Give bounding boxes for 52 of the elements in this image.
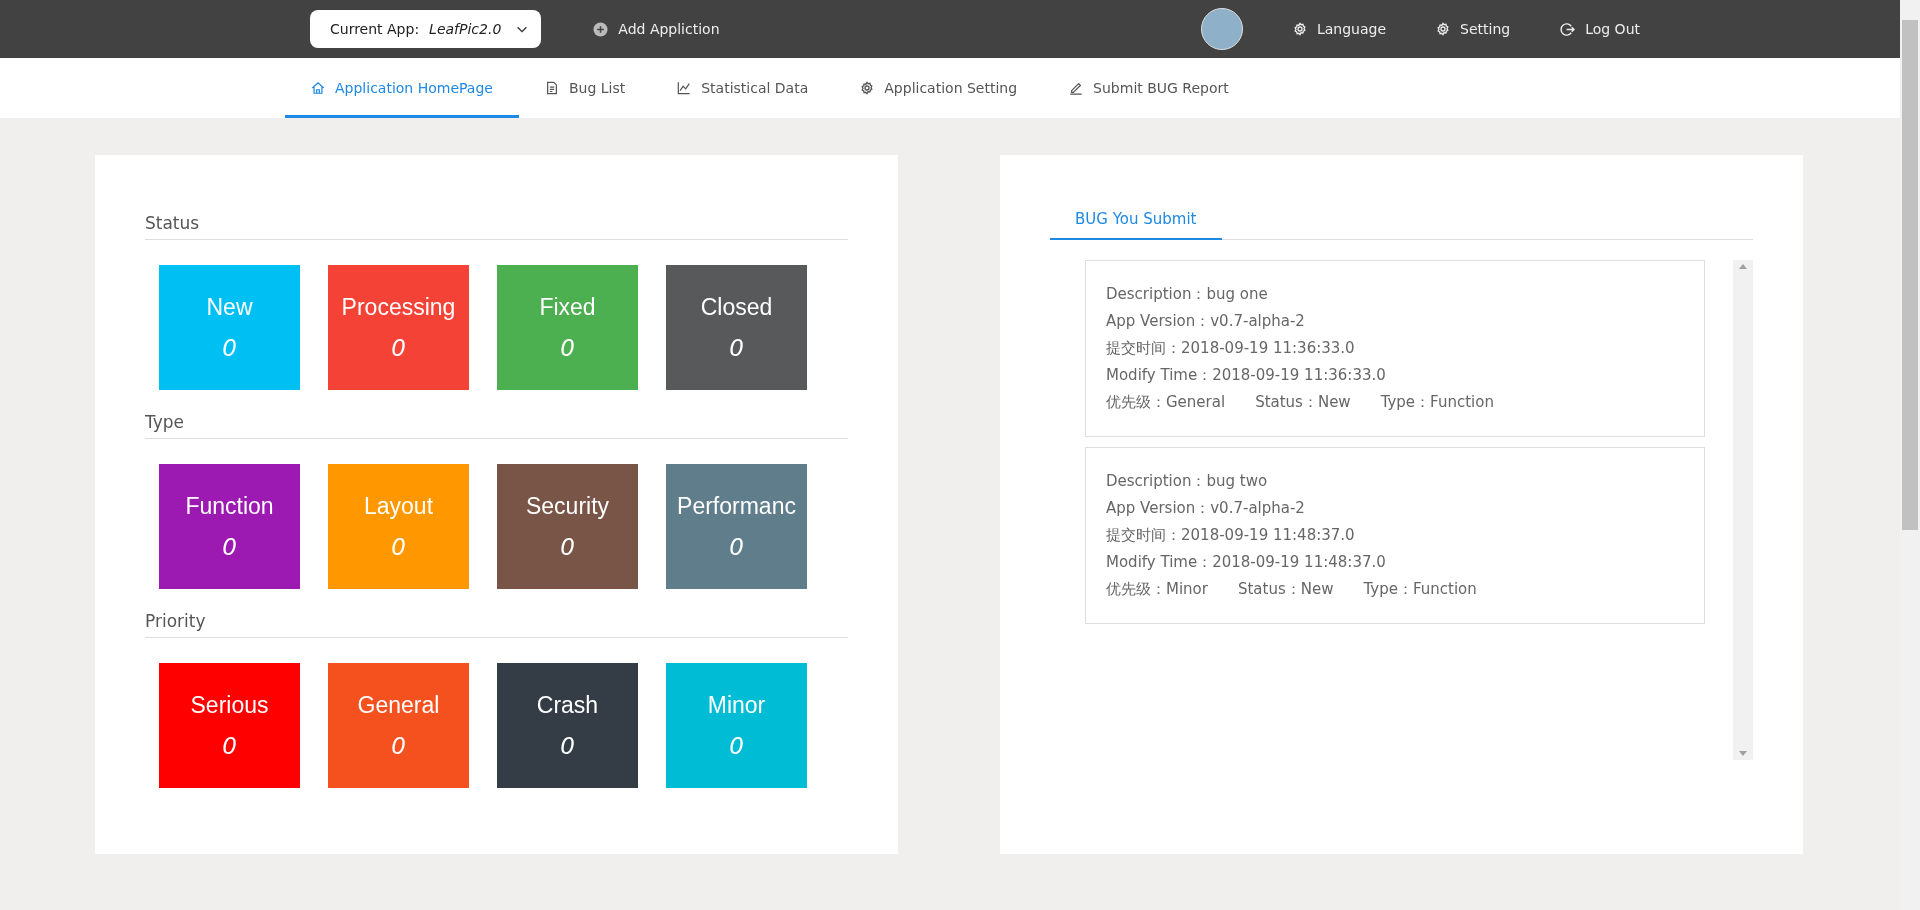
gear-icon: [1292, 22, 1307, 36]
bug-field: 提交时间：2018-09-19 11:36:33.0: [1106, 335, 1355, 362]
bug-card[interactable]: Description：bug one App Version：v0.7-alpha-2 提交时间：2018-09-19 11:36:33.0 Modify Time：2018-09-19 11:36:33.0 优先级：General Status：New Type：Function: [1085, 260, 1705, 437]
bug-field: App Version：v0.7-alpha-2: [1106, 308, 1305, 335]
gear-icon: [1436, 22, 1450, 36]
gear-icon: [860, 81, 875, 95]
bug-field: 优先级：General: [1106, 389, 1226, 416]
bug-field: Type：Function: [1363, 576, 1477, 603]
bug-field: Status：New: [1237, 576, 1334, 603]
home-icon: [311, 81, 325, 95]
nav-tab[interactable]: Application HomePage: [285, 58, 519, 118]
nav-tab[interactable]: Application Setting: [834, 58, 1044, 118]
header-menu-item[interactable]: Log Out: [1560, 21, 1640, 37]
section-title: Status: [145, 213, 848, 240]
bug-field: 提交时间：2018-09-19 11:48:37.0: [1106, 522, 1355, 549]
nav-tab[interactable]: Submit BUG Report: [1043, 58, 1255, 118]
nav-tab[interactable]: Bug List: [518, 58, 652, 118]
add-app-button[interactable]: Add Appliction: [593, 21, 720, 37]
plus-circle-icon: [593, 21, 609, 37]
scroll-down-icon[interactable]: [1739, 751, 1747, 756]
bug-field: Description：bug two: [1106, 468, 1268, 495]
header-menu-item[interactable]: Setting: [1436, 21, 1511, 37]
stat-tile[interactable]: Crash 0: [497, 663, 638, 788]
line-chart-icon: [677, 81, 692, 95]
app-select[interactable]: Current App: LeafPic2.0: [310, 10, 542, 48]
bug-field: Type：Function: [1380, 389, 1494, 416]
stat-tile[interactable]: Processing 0: [328, 265, 469, 390]
stat-tile[interactable]: General 0: [328, 663, 469, 788]
header-menu-item[interactable]: Language: [1292, 21, 1386, 37]
bug-field: App Version：v0.7-alpha-2: [1106, 495, 1305, 522]
bug-field: Modify Time：2018-09-19 11:48:37.0: [1106, 549, 1386, 576]
bug-card[interactable]: Description：bug two App Version：v0.7-alpha-2 提交时间：2018-09-19 11:48:37.0 Modify Time：2018-09-19 11:48:37.0 优先级：Minor Status：New Type：Function: [1085, 447, 1705, 624]
stat-tile[interactable]: Performanc 0: [666, 464, 807, 589]
section-title: Priority: [145, 611, 848, 638]
page-scrollbar[interactable]: [1900, 0, 1920, 910]
bug-field: 优先级：Minor: [1106, 576, 1208, 603]
nav-tab[interactable]: Statistical Data: [651, 58, 835, 118]
document-icon: [544, 81, 559, 95]
bug-field: Status：New: [1255, 389, 1351, 416]
stat-tile[interactable]: Function 0: [159, 464, 300, 589]
stat-tile[interactable]: Closed 0: [666, 265, 807, 390]
bug-field: Modify Time：2018-09-19 11:36:33.0: [1106, 362, 1386, 389]
section-title: Type: [145, 412, 848, 439]
bug-field: Description：bug one: [1106, 281, 1268, 308]
bug-tab[interactable]: BUG You Submit: [1050, 210, 1222, 240]
avatar[interactable]: [1200, 8, 1243, 50]
stat-tile[interactable]: Serious 0: [159, 663, 300, 788]
scroll-up-icon[interactable]: [1739, 264, 1747, 269]
list-scrollbar[interactable]: [1733, 260, 1753, 760]
pen-icon: [1069, 81, 1084, 95]
stat-tile[interactable]: Security 0: [497, 464, 638, 589]
logout-icon: [1560, 21, 1576, 37]
